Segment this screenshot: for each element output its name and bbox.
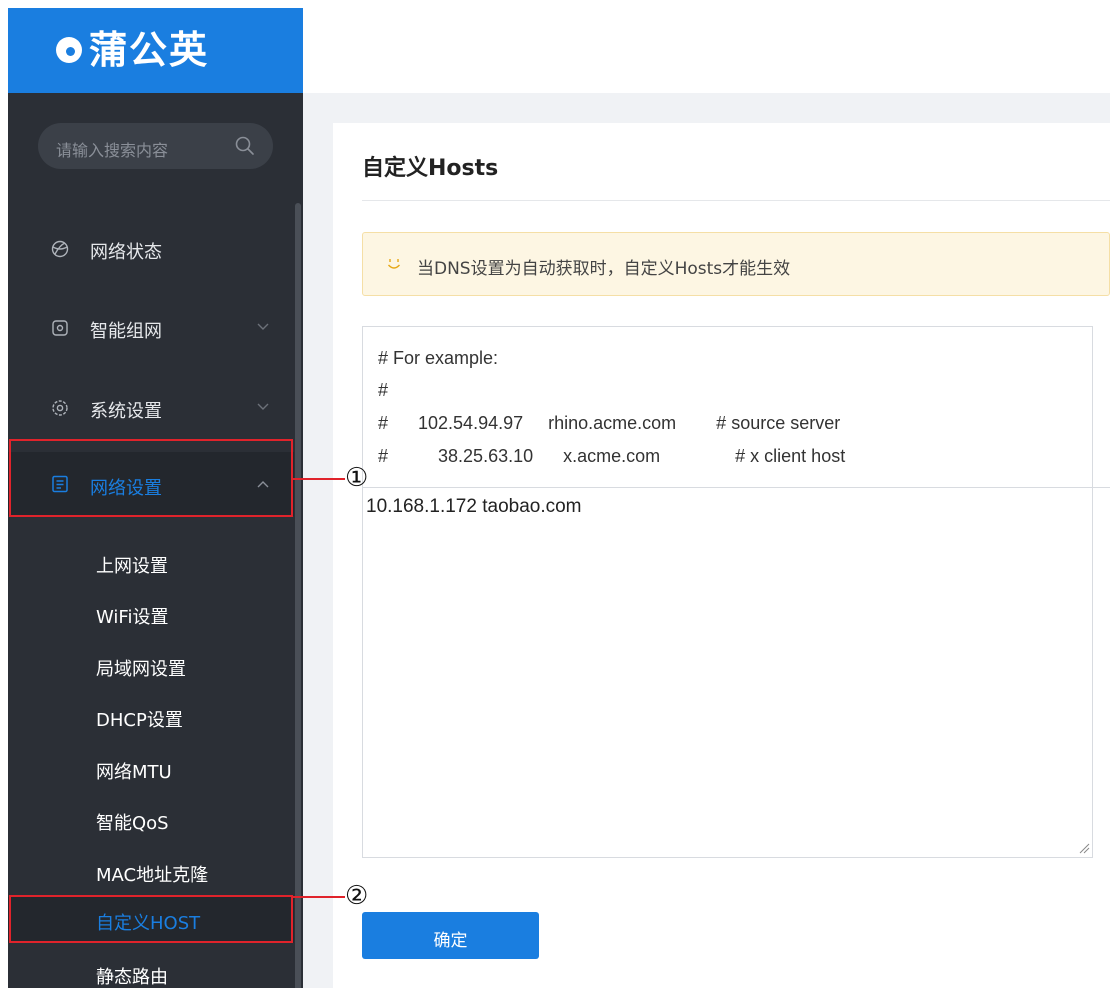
resize-grip-icon[interactable] xyxy=(1078,842,1090,854)
subitem-label: DHCP设置 xyxy=(96,710,183,731)
subitem-label: 网络MTU xyxy=(96,762,172,783)
chevron-down-icon xyxy=(257,323,269,330)
subitem-label: WiFi设置 xyxy=(96,607,169,628)
gear-icon xyxy=(52,400,68,416)
sidebar-item-network-status[interactable]: 网络状态 xyxy=(8,221,294,277)
annotation-highlight-1 xyxy=(9,439,293,517)
subitem-label: MAC地址克隆 xyxy=(96,865,209,886)
example-divider xyxy=(362,487,1110,488)
confirm-label: 确定 xyxy=(433,931,468,951)
callout-line-2 xyxy=(293,896,345,898)
sidebar-item-smart-network[interactable]: 智能组网 xyxy=(8,300,294,356)
example-line: # 38.25.63.10 x.acme.com # x client host xyxy=(378,446,846,466)
logo-bar: 蒲公英 xyxy=(8,8,303,93)
sidebar-subitem-static-route[interactable]: 静态路由 xyxy=(8,951,294,988)
sidebar-subitem-internet-settings[interactable]: 上网设置 xyxy=(8,540,294,586)
sidebar-subitem-wifi-settings[interactable]: WiFi设置 xyxy=(8,591,294,637)
sidebar-item-label: 网络状态 xyxy=(90,242,162,263)
search-placeholder: 请输入搜索内容 xyxy=(56,141,169,160)
sidebar-subitem-smart-qos[interactable]: 智能QoS xyxy=(8,797,294,843)
notice-text: 当DNS设置为自动获取时，自定义Hosts才能生效 xyxy=(417,259,791,279)
title-divider xyxy=(362,200,1110,201)
sidebar-subitem-lan-settings[interactable]: 局域网设置 xyxy=(8,643,294,689)
subitem-label: 静态路由 xyxy=(96,967,168,988)
sidebar-item-label: 系统设置 xyxy=(90,401,162,422)
sidebar-subitem-mac-clone[interactable]: MAC地址克隆 xyxy=(8,849,294,895)
hosts-entry-text[interactable]: 10.168.1.172 taobao.com xyxy=(366,496,582,518)
sidebar-item-system-settings[interactable]: 系统设置 xyxy=(8,380,294,436)
brand-name: 蒲公英 xyxy=(89,28,210,72)
page-title: 自定义Hosts xyxy=(362,156,499,181)
sidebar-subitem-network-mtu[interactable]: 网络MTU xyxy=(8,746,294,792)
subitem-label: 上网设置 xyxy=(96,556,168,577)
search-icon[interactable] xyxy=(234,135,256,157)
sidebar-subitem-dhcp-settings[interactable]: DHCP设置 xyxy=(8,694,294,740)
subitem-label: 智能QoS xyxy=(96,813,169,834)
sidebar-item-label: 智能组网 xyxy=(90,321,162,342)
sidebar-scrollbar[interactable] xyxy=(295,203,301,988)
callout-marker-1: ① xyxy=(345,463,369,493)
page-root: 蒲公英 请输入搜索内容 网络状态 智能组网 系统设置 网络设置 上网设置 WiF… xyxy=(0,0,1110,988)
globe-icon xyxy=(51,240,69,258)
annotation-highlight-2 xyxy=(9,895,293,943)
notice-banner: 当DNS设置为自动获取时，自定义Hosts才能生效 xyxy=(362,232,1110,296)
subitem-label: 局域网设置 xyxy=(96,659,186,680)
callout-line-1 xyxy=(293,478,345,480)
search-input[interactable]: 请输入搜索内容 xyxy=(38,123,273,169)
top-header xyxy=(303,8,1110,93)
logo-icon xyxy=(56,37,82,63)
confirm-button[interactable]: 确定 xyxy=(362,912,539,959)
chevron-down-icon xyxy=(257,403,269,410)
example-line: # 102.54.94.97 rhino.acme.com # source s… xyxy=(378,413,841,433)
smile-icon xyxy=(387,259,401,269)
hosts-textarea[interactable] xyxy=(362,326,1093,858)
example-line: # xyxy=(378,380,389,400)
callout-marker-2: ② xyxy=(345,881,369,911)
example-line: # For example: xyxy=(378,348,499,368)
network-icon xyxy=(52,320,68,336)
